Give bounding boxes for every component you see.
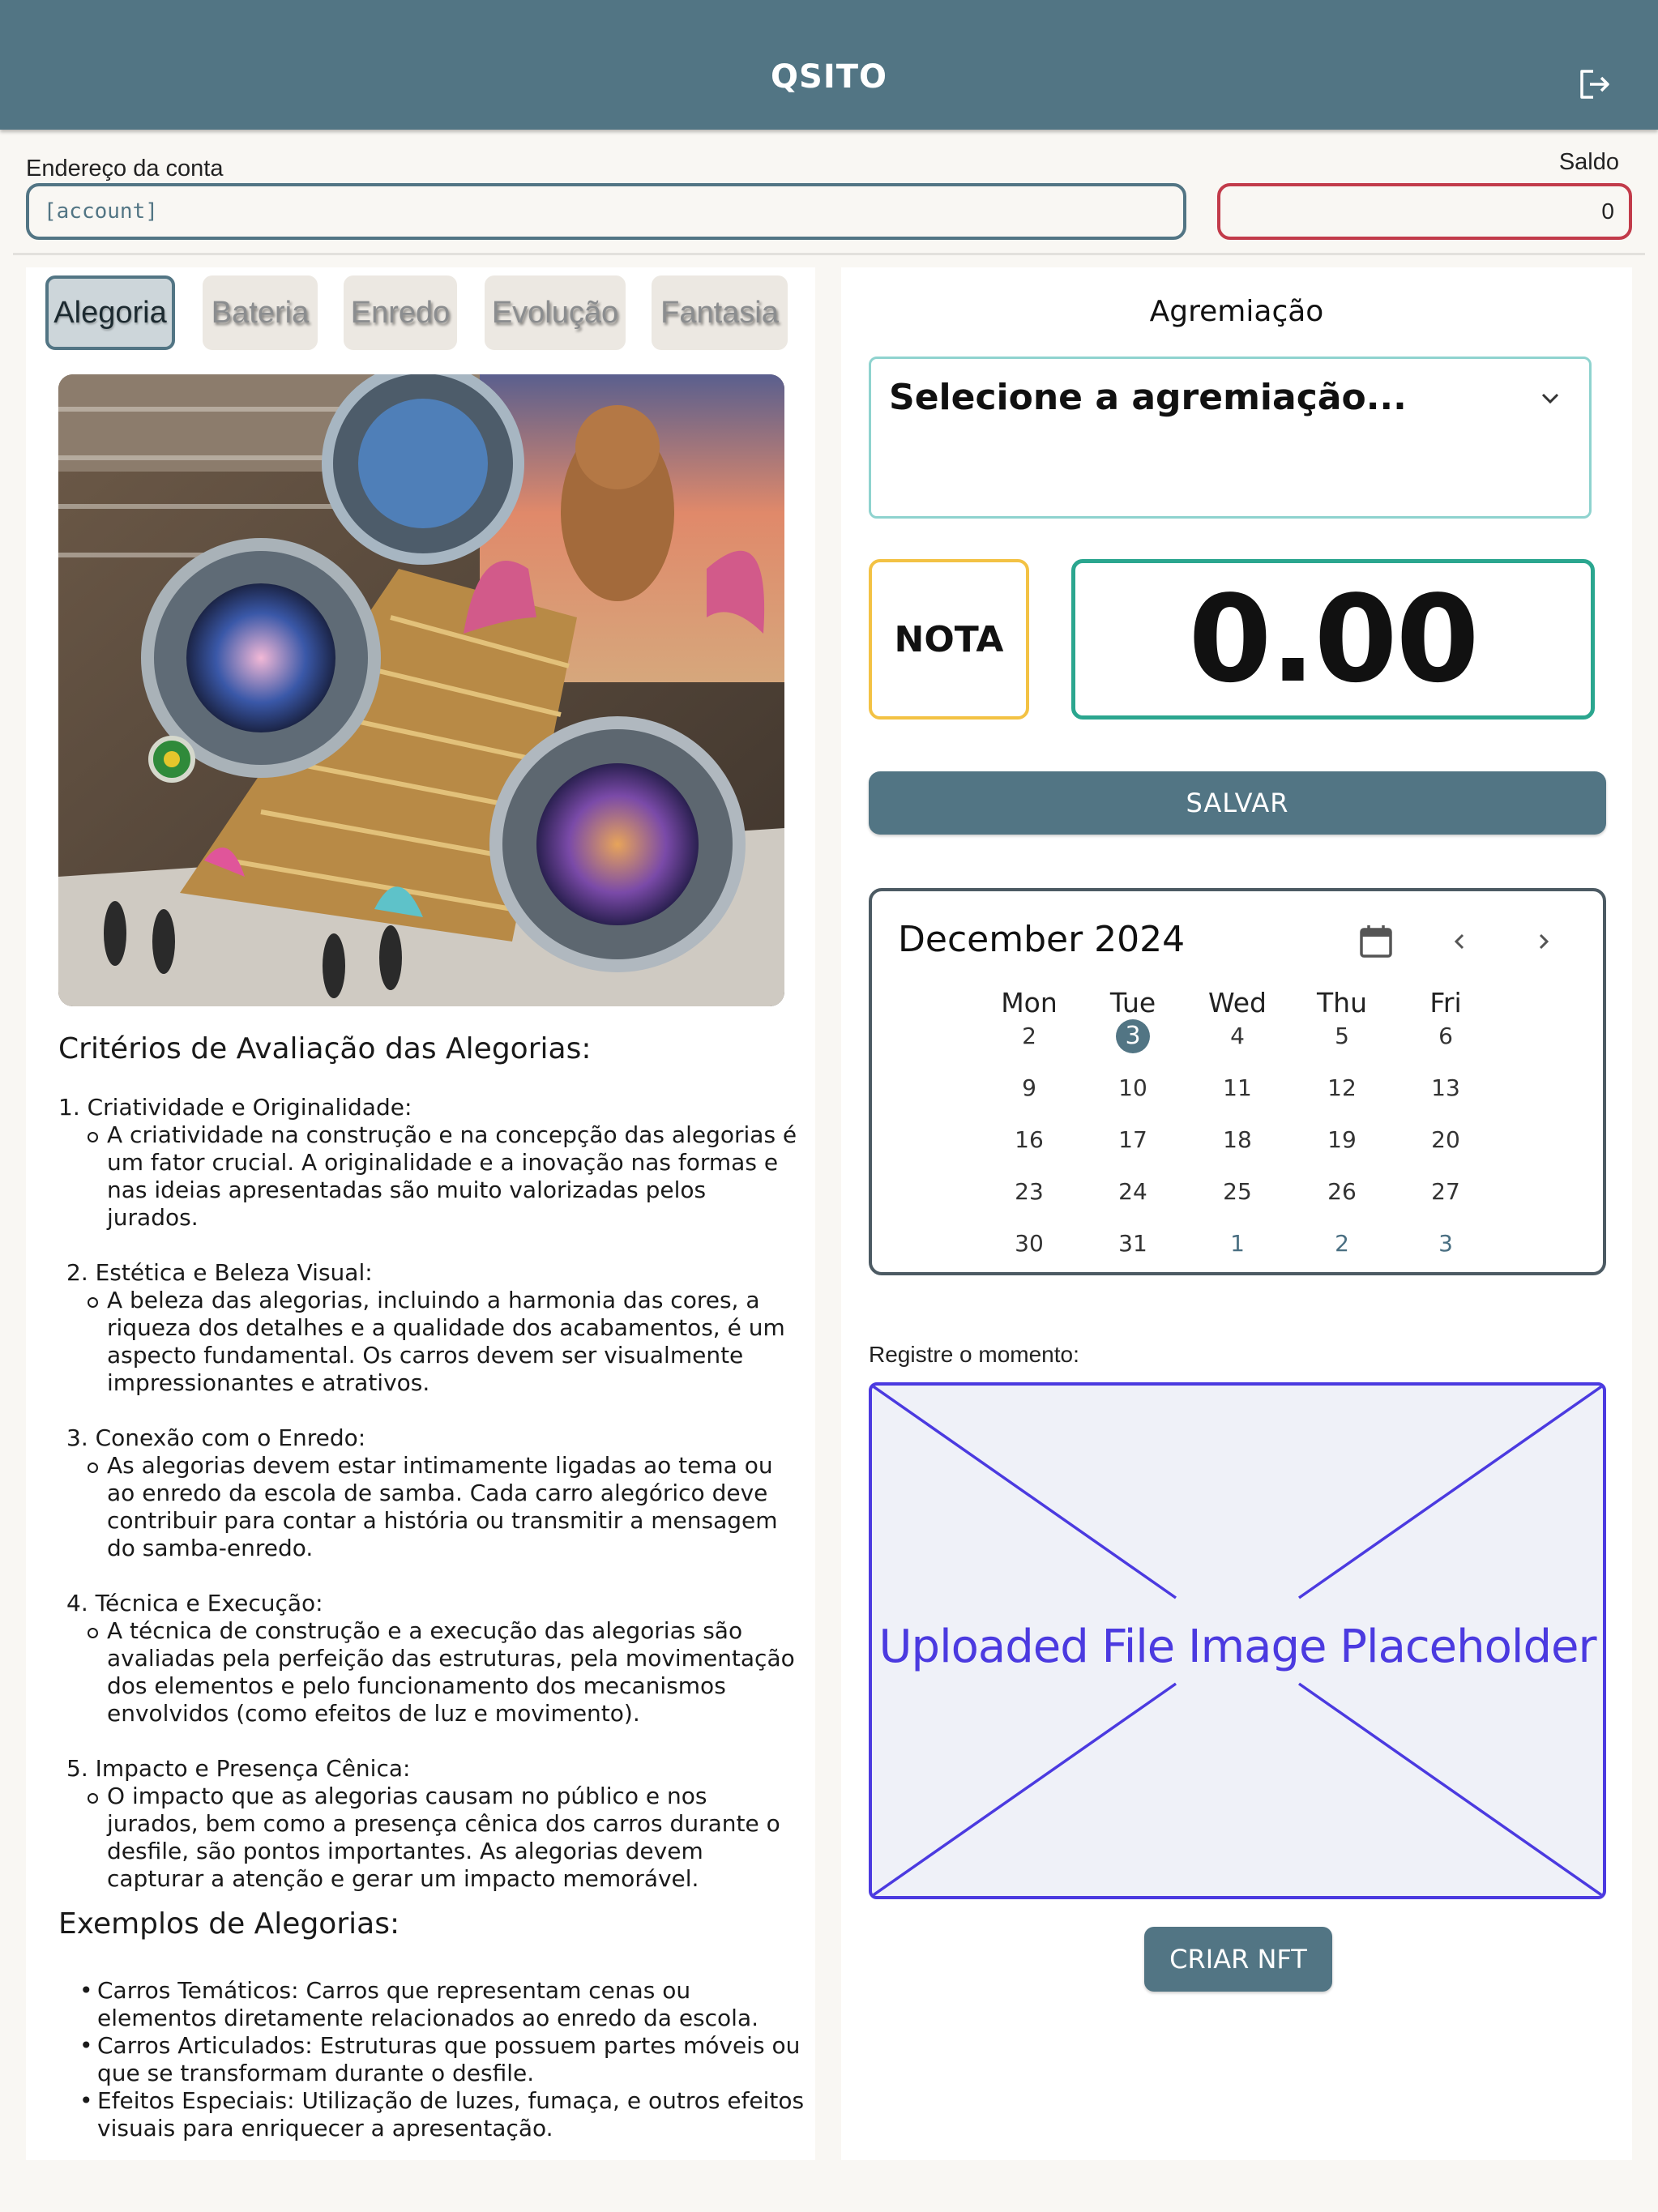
saldo-label: Saldo (1558, 149, 1619, 175)
calendar-month-title[interactable]: December 2024 (898, 919, 1185, 960)
upload-placeholder-text: Uploaded File Image Placeholder (878, 1621, 1597, 1673)
criteria-heading: 5. Impacto e Presença Cênica: (66, 1755, 411, 1782)
account-address-input[interactable] (26, 183, 1186, 240)
calendar-day[interactable]: 2 (989, 1019, 1070, 1053)
criteria-list: 1. Criatividade e Originalidade: A criat… (58, 1094, 804, 1920)
next-month-button[interactable] (1527, 925, 1559, 958)
calendar-day[interactable]: 19 (1301, 1123, 1382, 1157)
calendar-day[interactable]: 6 (1405, 1019, 1486, 1053)
logout-button[interactable] (1577, 66, 1613, 102)
criteria-description: A técnica de construção e a execução das… (58, 1617, 804, 1727)
criteria-title: Critérios de Avaliação das Alegorias: (58, 1032, 592, 1065)
save-button[interactable]: SALVAR (869, 771, 1606, 835)
calendar-day-label: 3 (1116, 1019, 1150, 1053)
criteria-heading: 1. Criatividade e Originalidade: (58, 1094, 412, 1121)
calendar-day[interactable]: 30 (989, 1227, 1070, 1261)
tab-evolucao[interactable]: Evolução (485, 275, 626, 350)
calendar-day-next-month[interactable]: 1 (1197, 1227, 1278, 1261)
calendar-day[interactable]: 25 (1197, 1175, 1278, 1209)
list-item: 4. Técnica e Execução: A técnica de cons… (58, 1590, 804, 1727)
chevron-left-icon (1454, 933, 1464, 950)
calendar-day[interactable]: 11 (1197, 1071, 1278, 1105)
criteria-description: A beleza das alegorias, incluindo a harm… (58, 1287, 804, 1397)
criteria-panel: Alegoria Bateria Enredo Evolução Fantasi… (26, 267, 815, 2160)
agremiacao-label: Agremiação (1149, 295, 1324, 328)
examples-list: Carros Temáticos: Carros que representam… (79, 1977, 809, 2142)
divider (13, 253, 1645, 255)
calendar: December 2024 Mon Tue Wed Thu Fri 2 3 4 … (869, 888, 1606, 1275)
weekday-header: Mon (1001, 987, 1058, 1018)
calendar-day[interactable]: 24 (1092, 1175, 1173, 1209)
criteria-heading: 2. Estética e Beleza Visual: (66, 1259, 373, 1286)
weekday-header: Thu (1317, 987, 1367, 1018)
criteria-description: A criatividade na construção e na concep… (58, 1121, 804, 1232)
criteria-heading: 3. Conexão com o Enredo: (66, 1424, 366, 1451)
criteria-description: As alegorias devem estar intimamente lig… (58, 1452, 804, 1562)
chevron-right-icon (1539, 933, 1549, 950)
tab-fantasia[interactable]: Fantasia (652, 275, 788, 350)
calendar-day[interactable]: 4 (1197, 1019, 1278, 1053)
calendar-day[interactable]: 9 (989, 1071, 1070, 1105)
logout-icon (1580, 70, 1609, 99)
create-nft-button[interactable]: CRIAR NFT (1144, 1927, 1332, 1992)
agremiacao-select-value: Selecione a agremiação... (889, 377, 1407, 418)
list-item: 5. Impacto e Presença Cênica: O impacto … (58, 1755, 804, 1893)
calendar-day-selected[interactable]: 3 (1092, 1019, 1173, 1053)
saldo-input[interactable] (1217, 183, 1632, 240)
calendar-day[interactable]: 5 (1301, 1019, 1382, 1053)
app-header: QSITO (0, 0, 1658, 130)
agremiacao-select[interactable]: Selecione a agremiação... (869, 357, 1592, 519)
calendar-day[interactable]: 31 (1092, 1227, 1173, 1261)
score-display[interactable]: 0.00 (1071, 559, 1595, 720)
calendar-day-next-month[interactable]: 2 (1301, 1227, 1382, 1261)
calendar-day[interactable]: 10 (1092, 1071, 1173, 1105)
previous-month-button[interactable] (1444, 925, 1476, 958)
list-item: Efeitos Especiais: Utilização de luzes, … (79, 2087, 809, 2142)
weekday-header: Fri (1429, 987, 1462, 1018)
alegoria-image (58, 374, 784, 1006)
tab-alegoria[interactable]: Alegoria (45, 275, 175, 350)
calendar-day[interactable]: 17 (1092, 1123, 1173, 1157)
calendar-day[interactable]: 26 (1301, 1175, 1382, 1209)
calendar-day[interactable]: 23 (989, 1175, 1070, 1209)
tab-enredo[interactable]: Enredo (344, 275, 457, 350)
weekday-header: Tue (1109, 987, 1156, 1018)
calendar-day[interactable]: 27 (1405, 1175, 1486, 1209)
weekday-header: Wed (1208, 987, 1267, 1018)
calendar-day[interactable]: 13 (1405, 1071, 1486, 1105)
evaluation-panel: Agremiação Selecione a agremiação... NOT… (841, 267, 1632, 2160)
calendar-day[interactable]: 12 (1301, 1071, 1382, 1105)
list-item: 1. Criatividade e Originalidade: A criat… (58, 1094, 804, 1232)
chevron-down-icon (1541, 393, 1559, 404)
calendar-day[interactable]: 18 (1197, 1123, 1278, 1157)
list-item: 2. Estética e Beleza Visual: A beleza da… (58, 1259, 804, 1397)
criteria-heading: 4. Técnica e Execução: (66, 1590, 323, 1616)
account-label: Endereço da conta (26, 156, 224, 181)
criteria-description: O impacto que as alegorias causam no púb… (58, 1783, 804, 1893)
app-title: QSITO (771, 58, 887, 96)
calendar-day-next-month[interactable]: 3 (1405, 1227, 1486, 1261)
tab-bateria[interactable]: Bateria (203, 275, 318, 350)
image-upload-dropzone[interactable]: Uploaded File Image Placeholder (869, 1382, 1606, 1899)
calendar-day[interactable]: 16 (989, 1123, 1070, 1157)
nota-label: NOTA (869, 559, 1029, 720)
list-item: 3. Conexão com o Enredo: As alegorias de… (58, 1424, 804, 1562)
list-item: Carros Temáticos: Carros que representam… (79, 1977, 809, 2032)
calendar-day[interactable]: 20 (1405, 1123, 1486, 1157)
examples-title: Exemplos de Alegorias: (58, 1907, 400, 1941)
moment-label: Registre o momento: (869, 1342, 1079, 1367)
list-item: Carros Articulados: Estruturas que possu… (79, 2032, 809, 2087)
calendar-icon[interactable] (1357, 922, 1395, 961)
